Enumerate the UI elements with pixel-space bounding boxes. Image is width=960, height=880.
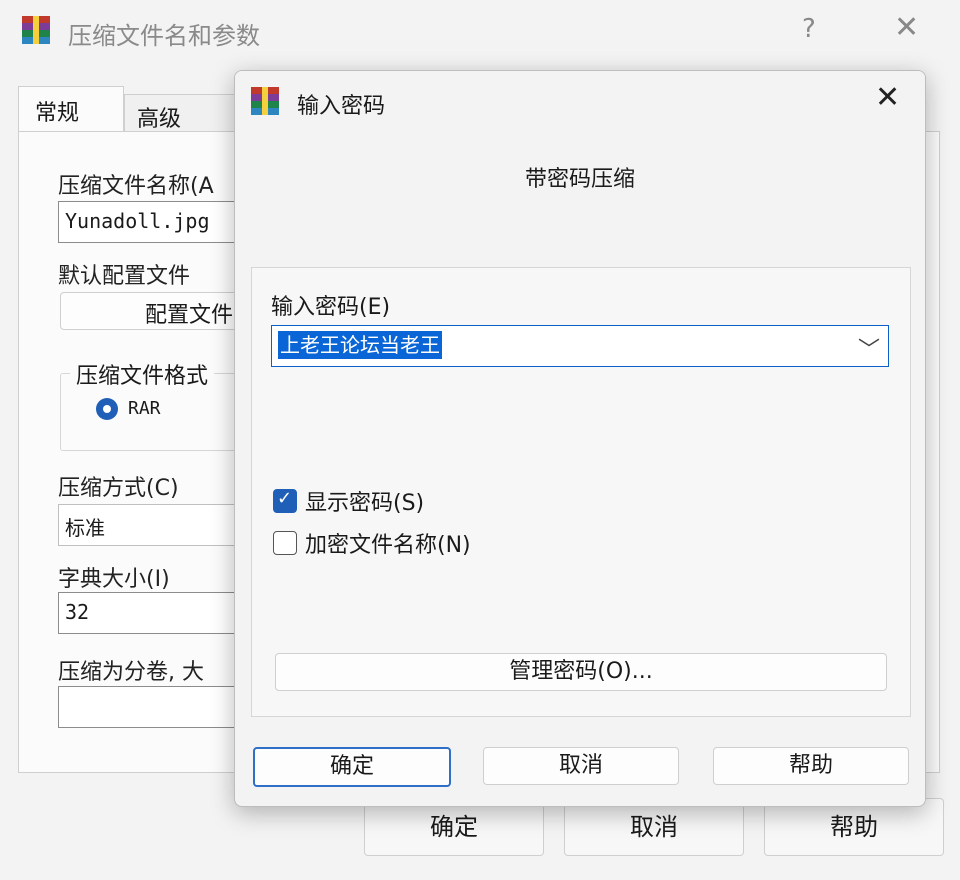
split-label: 压缩为分卷, 大 — [58, 660, 204, 685]
method-label: 压缩方式(C) — [58, 476, 179, 501]
manage-passwords-button[interactable]: 管理密码(O)... — [275, 653, 887, 691]
encrypt-filenames-label[interactable]: 加密文件名称(N) — [305, 527, 471, 559]
default-profile-label: 默认配置文件 — [58, 264, 191, 289]
dialog-titlebar: 输入密码 ✕ — [235, 71, 925, 131]
dictionary-label: 字典大小(I) — [58, 567, 170, 592]
password-dialog: 输入密码 ✕ 带密码压缩 输入密码(E) 上老王论坛当老王 ﹀ 显示密码(S) … — [234, 70, 926, 807]
close-icon[interactable]: ✕ — [894, 10, 919, 45]
password-value: 上老王论坛当老王 — [278, 331, 442, 359]
method-select[interactable]: 标准 — [58, 504, 260, 546]
password-combobox[interactable]: 上老王论坛当老王 ﹀ — [271, 325, 889, 367]
back-titlebar: 压缩文件名和参数 ? ✕ — [0, 0, 960, 64]
archive-name-label: 压缩文件名称(A — [58, 174, 214, 199]
format-rar-label: RAR — [128, 398, 161, 419]
dialog-title: 输入密码 — [297, 94, 386, 119]
cancel-button[interactable]: 取消 — [483, 747, 679, 785]
profile-button[interactable]: 配置文件 — [60, 292, 262, 330]
split-field[interactable] — [58, 686, 260, 728]
winrar-icon — [251, 87, 279, 115]
tab-general[interactable]: 常规 — [18, 86, 124, 133]
help-button[interactable]: 帮助 — [713, 747, 909, 785]
show-password-label[interactable]: 显示密码(S) — [305, 485, 424, 517]
tab-advanced[interactable]: 高级 — [124, 94, 238, 133]
dictionary-select[interactable]: 32 — [58, 592, 260, 634]
password-label: 输入密码(E) — [271, 295, 391, 320]
dialog-heading: 带密码压缩 — [524, 167, 635, 192]
close-icon[interactable]: ✕ — [875, 83, 900, 113]
show-password-checkbox[interactable] — [273, 488, 297, 513]
ok-button[interactable]: 确定 — [253, 747, 451, 787]
chevron-down-icon[interactable]: ﹀ — [858, 332, 880, 364]
format-group-label: 压缩文件格式 — [70, 358, 215, 390]
format-rar-radio[interactable] — [96, 398, 118, 420]
help-icon[interactable]: ? — [802, 14, 816, 44]
back-window-title: 压缩文件名和参数 — [68, 22, 260, 50]
archive-name-field[interactable]: Yunadoll.jpg — [58, 201, 260, 243]
winrar-icon — [22, 16, 50, 44]
encrypt-filenames-checkbox[interactable] — [273, 531, 297, 555]
